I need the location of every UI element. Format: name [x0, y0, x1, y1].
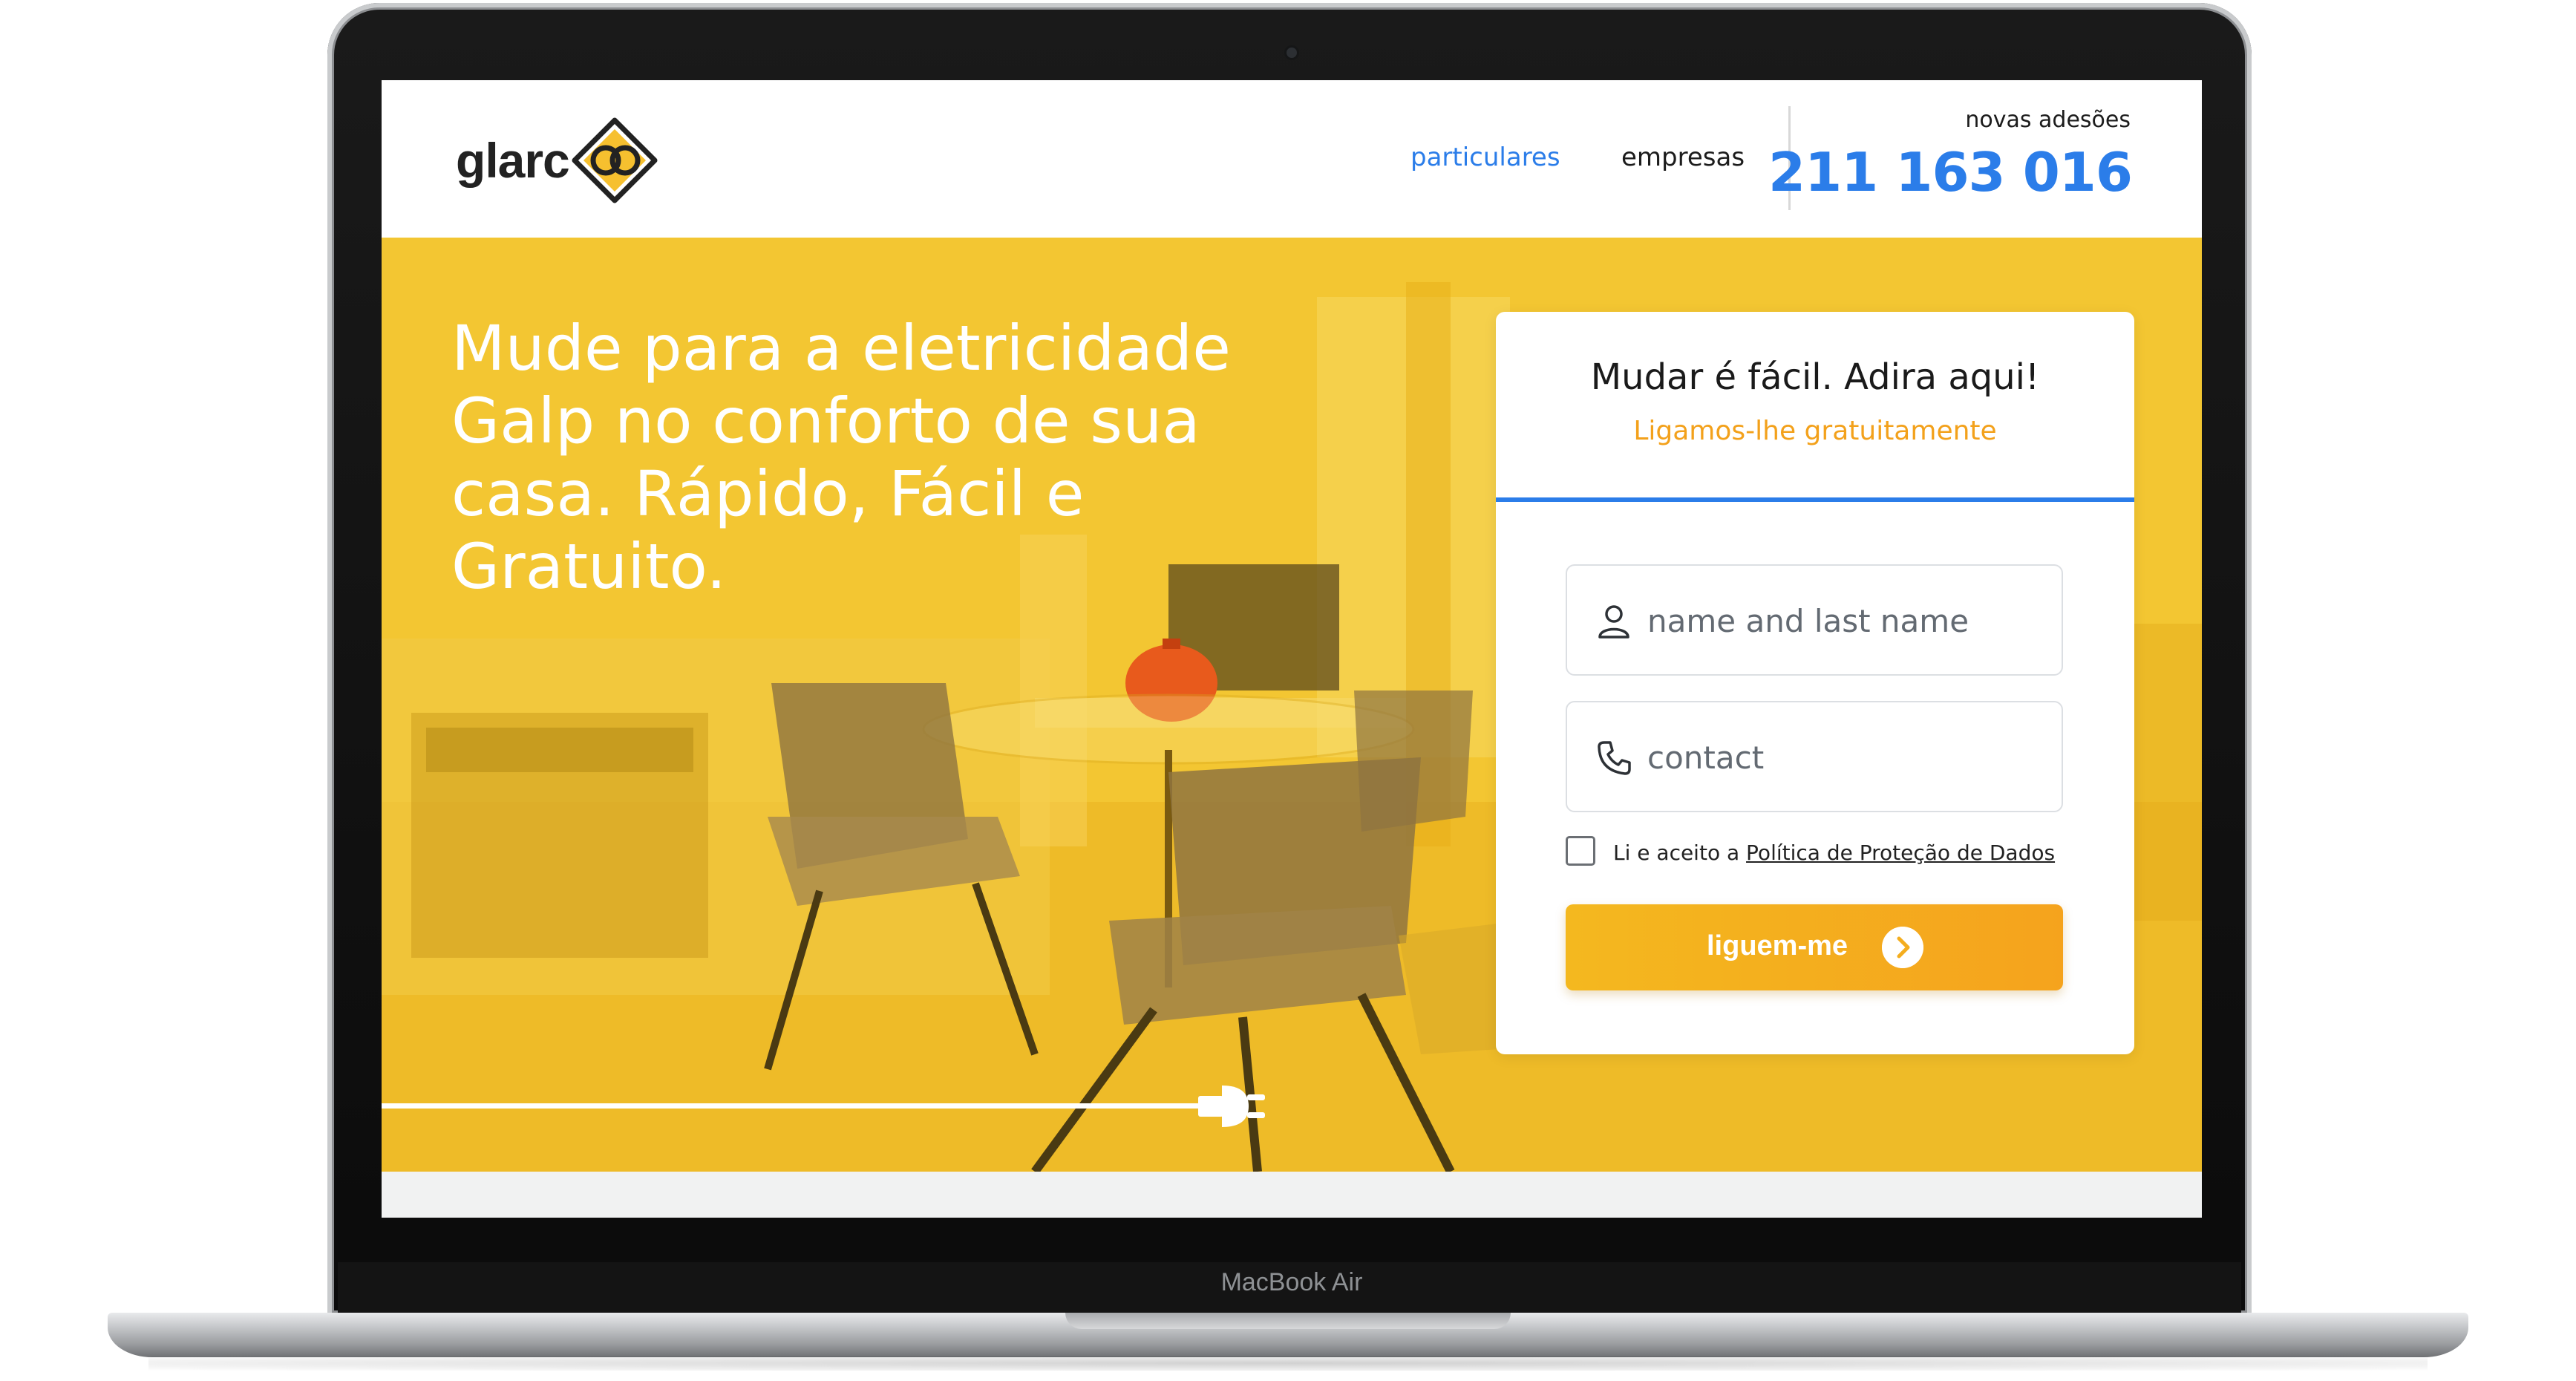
form-title: Mudar é fácil. Adira aqui! [1590, 356, 2040, 398]
browser-viewport: glarc particulares empresas novas adesõe… [382, 80, 2202, 1218]
adesoes-label: novas adesões [1965, 107, 2131, 133]
logo-mark-icon [572, 117, 658, 203]
nav-empresas[interactable]: empresas [1621, 143, 1745, 172]
signup-form: Mudar é fácil. Adira aqui! Ligamos-lhe g… [1496, 312, 2134, 1054]
submit-call-me-button[interactable]: liguem-me [1566, 904, 2063, 990]
camera-icon [1287, 48, 1297, 58]
submit-button-label: liguem-me [1707, 930, 1848, 962]
phone-icon [1598, 741, 1631, 775]
form-header: Mudar é fácil. Adira aqui! Ligamos-lhe g… [1496, 312, 2134, 502]
contact-field[interactable] [1566, 701, 2063, 812]
page-bottom-strip [382, 1172, 2202, 1218]
form-subtitle: Ligamos-lhe gratuitamente [1633, 416, 1997, 446]
contact-input[interactable] [1646, 731, 2042, 784]
privacy-checkbox[interactable] [1566, 836, 1595, 866]
name-field[interactable] [1566, 564, 2063, 676]
user-icon [1598, 605, 1629, 639]
nav-particulares[interactable]: particulares [1410, 143, 1560, 172]
name-input[interactable] [1646, 594, 2042, 647]
device-model-label: MacBook Air [1220, 1268, 1363, 1296]
plug-icon [382, 1085, 1265, 1127]
chevron-right-icon [1882, 927, 1923, 968]
laptop-shadow [148, 1356, 2428, 1371]
consent-label: Li e aceito a Política de Proteção de Da… [1613, 840, 2055, 865]
laptop-notch [1065, 1313, 1511, 1329]
consent-prefix: Li e aceito a [1613, 840, 1747, 865]
site-logo[interactable]: glarc [456, 116, 679, 205]
site-header: glarc particulares empresas novas adesõe… [382, 80, 2202, 238]
phone-number-link[interactable]: 211 163 016 [1768, 141, 2133, 203]
logo-text: glarc [456, 133, 570, 188]
hero-headline: Mude para a eletricidade Galp no confort… [451, 312, 1231, 603]
privacy-consent: Li e aceito a Política de Proteção de Da… [1566, 835, 2085, 872]
privacy-policy-link[interactable]: Política de Proteção de Dados [1746, 840, 2055, 865]
